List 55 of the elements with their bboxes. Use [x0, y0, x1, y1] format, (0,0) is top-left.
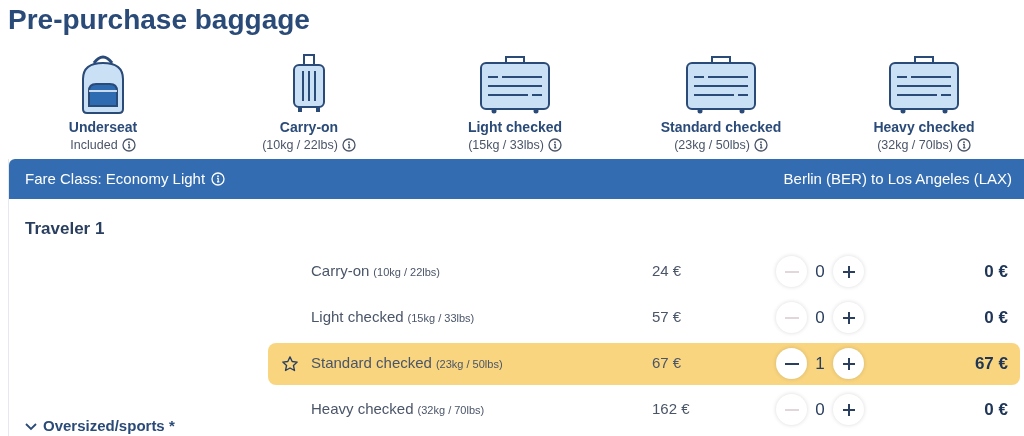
info-icon[interactable]	[753, 138, 768, 152]
unit-price: 67 €	[652, 353, 683, 374]
baggage-weight: (10kg / 22lbs)	[373, 265, 440, 281]
baggage-name: Carry-on	[311, 261, 370, 282]
unit-price: 24 €	[652, 261, 683, 282]
quantity: 1	[814, 352, 826, 375]
route: Berlin (BER) to Los Angeles (LAX)	[783, 168, 1012, 189]
row-total: 67 €	[973, 352, 1009, 375]
quantity: 0	[814, 260, 826, 283]
quantity: 0	[814, 306, 826, 329]
row-total: 0 €	[983, 260, 1009, 283]
baggage-weight: (15kg / 33lbs)	[407, 311, 475, 327]
plus-icon	[841, 310, 856, 325]
plus-icon	[841, 264, 856, 279]
baggage-type-label: Underseat	[68, 119, 138, 135]
plus-icon	[841, 402, 856, 417]
baggage-type-label: Heavy checked	[873, 119, 975, 135]
baggage-weight: (32kg / 70lbs)	[417, 403, 485, 419]
fare-class: Fare Class: Economy Light	[25, 168, 206, 189]
page-title: Pre-purchase baggage	[7, 3, 310, 37]
minus-icon	[784, 316, 799, 319]
baggage-type-detail: (32kg / 70lbs)	[877, 137, 953, 153]
increase-button[interactable]	[833, 256, 864, 287]
info-icon[interactable]	[121, 138, 136, 152]
baggage-name: Light checked	[311, 307, 404, 328]
minus-icon	[784, 270, 799, 273]
baggage-type-detail: Included	[70, 137, 118, 153]
increase-button[interactable]	[833, 348, 864, 379]
baggage-name: Heavy checked	[311, 399, 414, 420]
minus-icon	[784, 408, 799, 411]
baggage-type-label: Standard checked	[660, 119, 782, 135]
increase-button[interactable]	[833, 302, 864, 333]
star-icon	[280, 354, 299, 373]
minus-icon	[784, 362, 799, 365]
baggage-type-label: Light checked	[467, 119, 563, 135]
baggage-type-detail: (23kg / 50lbs)	[674, 137, 750, 153]
plus-icon	[841, 356, 856, 371]
oversized-toggle[interactable]: Oversized/sports *	[25, 414, 175, 436]
traveler-name: Traveler 1	[25, 218, 105, 240]
quantity: 0	[814, 398, 826, 421]
baggage-type-label: Carry-on	[279, 119, 339, 135]
unit-price: 162 €	[652, 399, 691, 420]
info-icon[interactable]	[956, 138, 971, 152]
decrease-button[interactable]	[776, 348, 807, 379]
unit-price: 57 €	[652, 307, 683, 328]
row-total: 0 €	[983, 398, 1009, 421]
baggage-name: Standard checked	[311, 353, 432, 374]
info-icon[interactable]	[341, 138, 356, 152]
baggage-weight: (23kg / 50lbs)	[435, 357, 503, 373]
increase-button[interactable]	[833, 394, 864, 425]
upright-suitcase-icon	[290, 51, 328, 115]
baggage-type-detail: (15kg / 33lbs)	[468, 137, 544, 153]
info-icon[interactable]	[547, 138, 562, 152]
row-total: 0 €	[983, 306, 1009, 329]
baggage-type-detail: (10kg / 22lbs)	[262, 137, 338, 153]
